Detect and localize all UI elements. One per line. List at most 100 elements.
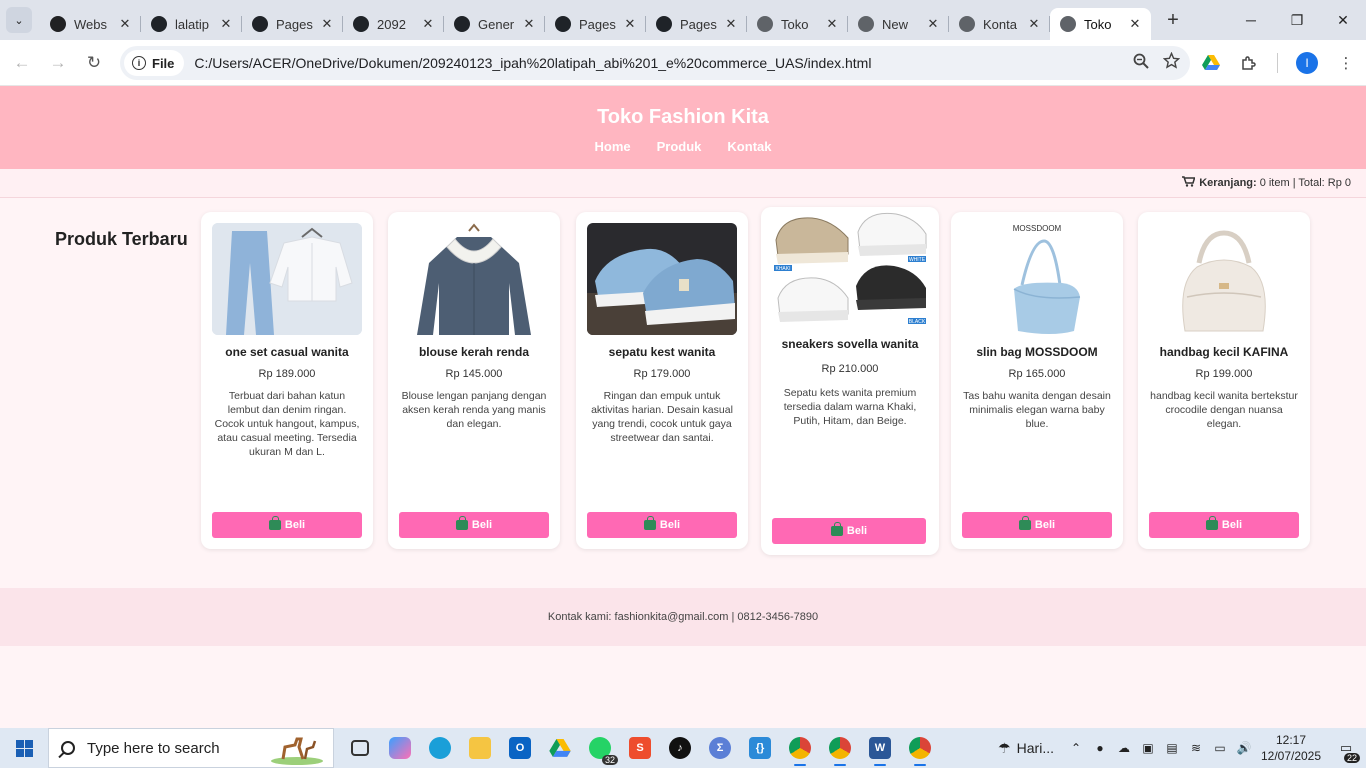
product-name: one set casual wanita (225, 345, 349, 359)
product-card: handbag kecil KAFINA Rp 199.000 handbag … (1138, 212, 1310, 549)
volume-icon[interactable]: 🔊 (1232, 728, 1256, 768)
close-icon[interactable]: ✕ (1026, 16, 1042, 32)
product-price: Rp 165.000 (1008, 368, 1066, 380)
chrome-icon (959, 16, 975, 32)
tab-title: Toko (1084, 16, 1112, 32)
site-info-chip[interactable]: i File (124, 50, 185, 76)
restore-button[interactable]: ❐ (1274, 0, 1320, 40)
taskbar-search-box[interactable]: Type here to search (48, 728, 334, 768)
tiktok-icon[interactable]: ♪ (660, 728, 700, 768)
browser-tab[interactable]: Gener ✕ (444, 8, 545, 40)
close-icon[interactable]: ✕ (925, 16, 941, 32)
kebab-menu-icon[interactable]: ⋮ (1336, 53, 1356, 73)
buy-button[interactable]: Beli (772, 518, 926, 544)
close-icon[interactable]: ✕ (218, 16, 234, 32)
reload-button[interactable]: ↻ (76, 45, 112, 81)
search-icon (61, 741, 75, 755)
product-card: blouse kerah renda Rp 145.000 Blouse len… (388, 212, 560, 549)
buy-button[interactable]: Beli (212, 512, 362, 538)
url-text[interactable]: C:/Users/ACER/OneDrive/Dokumen/209240123… (194, 55, 871, 71)
chrome-profile-1-icon[interactable] (780, 728, 820, 768)
buy-button[interactable]: Beli (962, 512, 1112, 538)
nav-link-kontak[interactable]: Kontak (727, 139, 771, 154)
notification-center-button[interactable]: ▭ 22 (1326, 728, 1366, 768)
start-button[interactable] (0, 728, 48, 768)
task-view-icon[interactable] (340, 728, 380, 768)
tray-app-icon[interactable]: ● (1088, 728, 1112, 768)
buy-button-label: Beli (846, 525, 868, 537)
browser-tab[interactable]: 2092 ✕ (343, 8, 444, 40)
buy-button[interactable]: Beli (1149, 512, 1299, 538)
browser-toolbar: ← → ↻ i File C:/Users/ACER/OneDrive/Doku… (0, 40, 1366, 86)
weather-widget[interactable]: ☂ Hari... (998, 740, 1054, 757)
zoom-icon[interactable] (1133, 53, 1149, 74)
google-drive-icon[interactable] (1201, 53, 1221, 73)
chrome-profile-2-icon[interactable] (820, 728, 860, 768)
clock-time: 12:17 (1275, 733, 1307, 747)
shopping-cart-icon (1182, 176, 1196, 190)
back-button[interactable]: ← (4, 45, 40, 81)
extensions-puzzle-icon[interactable] (1239, 53, 1259, 73)
product-name: blouse kerah renda (418, 345, 530, 359)
display-icon[interactable]: ▤ (1160, 728, 1184, 768)
device-icon[interactable]: ▣ (1136, 728, 1160, 768)
tab-title: Pages (680, 16, 717, 32)
outlook-icon[interactable]: O (500, 728, 540, 768)
tab-title: Pages (579, 16, 616, 32)
whatsapp-icon[interactable]: 32 (580, 728, 620, 768)
wifi-icon[interactable]: ≋ (1184, 728, 1208, 768)
close-icon[interactable]: ✕ (521, 16, 537, 32)
whatsapp-badge: 32 (601, 755, 618, 765)
browser-tab[interactable]: Pages ✕ (242, 8, 343, 40)
buy-button[interactable]: Beli (399, 512, 549, 538)
browser-tab[interactable]: Konta ✕ (949, 8, 1050, 40)
file-explorer-icon[interactable] (460, 728, 500, 768)
profile-avatar[interactable]: I (1296, 52, 1318, 74)
close-icon[interactable]: ✕ (117, 16, 133, 32)
address-bar[interactable]: i File C:/Users/ACER/OneDrive/Dokumen/20… (120, 46, 1190, 80)
close-icon[interactable]: ✕ (319, 16, 335, 32)
close-icon[interactable]: ✕ (622, 16, 638, 32)
browser-tab-active[interactable]: Toko ✕ (1050, 8, 1151, 40)
chrome-profile-3-icon[interactable] (900, 728, 940, 768)
vscode-icon[interactable]: {} (740, 728, 780, 768)
edge-icon[interactable] (420, 728, 460, 768)
forward-button[interactable]: → (40, 45, 76, 81)
chevron-up-icon[interactable]: ⌃ (1064, 728, 1088, 768)
window-controls: ─ ❐ ✕ (1228, 0, 1366, 40)
product-card: one set casual wanita Rp 189.000 Terbuat… (201, 212, 373, 549)
browser-tab[interactable]: Pages ✕ (545, 8, 646, 40)
bookmark-star-icon[interactable] (1162, 51, 1181, 74)
word-icon[interactable]: W (860, 728, 900, 768)
product-price: Rp 189.000 (258, 368, 316, 380)
close-icon[interactable]: ✕ (824, 16, 840, 32)
buy-button-label: Beli (471, 519, 493, 531)
battery-icon[interactable]: ▭ (1208, 728, 1232, 768)
nav-link-produk[interactable]: Produk (657, 139, 702, 154)
calculator-app-icon[interactable]: Σ (700, 728, 740, 768)
close-icon[interactable]: ✕ (723, 16, 739, 32)
umbrella-icon: ☂ (998, 739, 1011, 756)
cart-label: Keranjang: (1199, 177, 1257, 189)
close-icon[interactable]: ✕ (420, 16, 436, 32)
nav-link-home[interactable]: Home (595, 139, 631, 154)
browser-tab[interactable]: Webs ✕ (40, 8, 141, 40)
close-icon[interactable]: ✕ (1127, 16, 1143, 32)
browser-tab[interactable]: lalatip ✕ (141, 8, 242, 40)
tab-search-button[interactable]: ⌄ (6, 7, 32, 33)
clock-date: 12/07/2025 (1260, 749, 1322, 763)
copilot-icon[interactable] (380, 728, 420, 768)
taskbar-clock[interactable]: 12:17 12/07/2025 (1256, 732, 1326, 764)
browser-tab[interactable]: New ✕ (848, 8, 949, 40)
close-window-button[interactable]: ✕ (1320, 0, 1366, 40)
onedrive-icon[interactable]: ☁ (1112, 728, 1136, 768)
taskbar-apps: O 32 S ♪ Σ {} W (340, 728, 940, 768)
browser-tab[interactable]: Pages ✕ (646, 8, 747, 40)
new-tab-button[interactable]: + (1159, 6, 1187, 34)
browser-tab[interactable]: Toko ✕ (747, 8, 848, 40)
buy-button[interactable]: Beli (587, 512, 737, 538)
product-image-canvas-shoes (587, 223, 737, 335)
minimize-button[interactable]: ─ (1228, 0, 1274, 40)
shopee-icon[interactable]: S (620, 728, 660, 768)
google-drive-taskbar-icon[interactable] (540, 728, 580, 768)
